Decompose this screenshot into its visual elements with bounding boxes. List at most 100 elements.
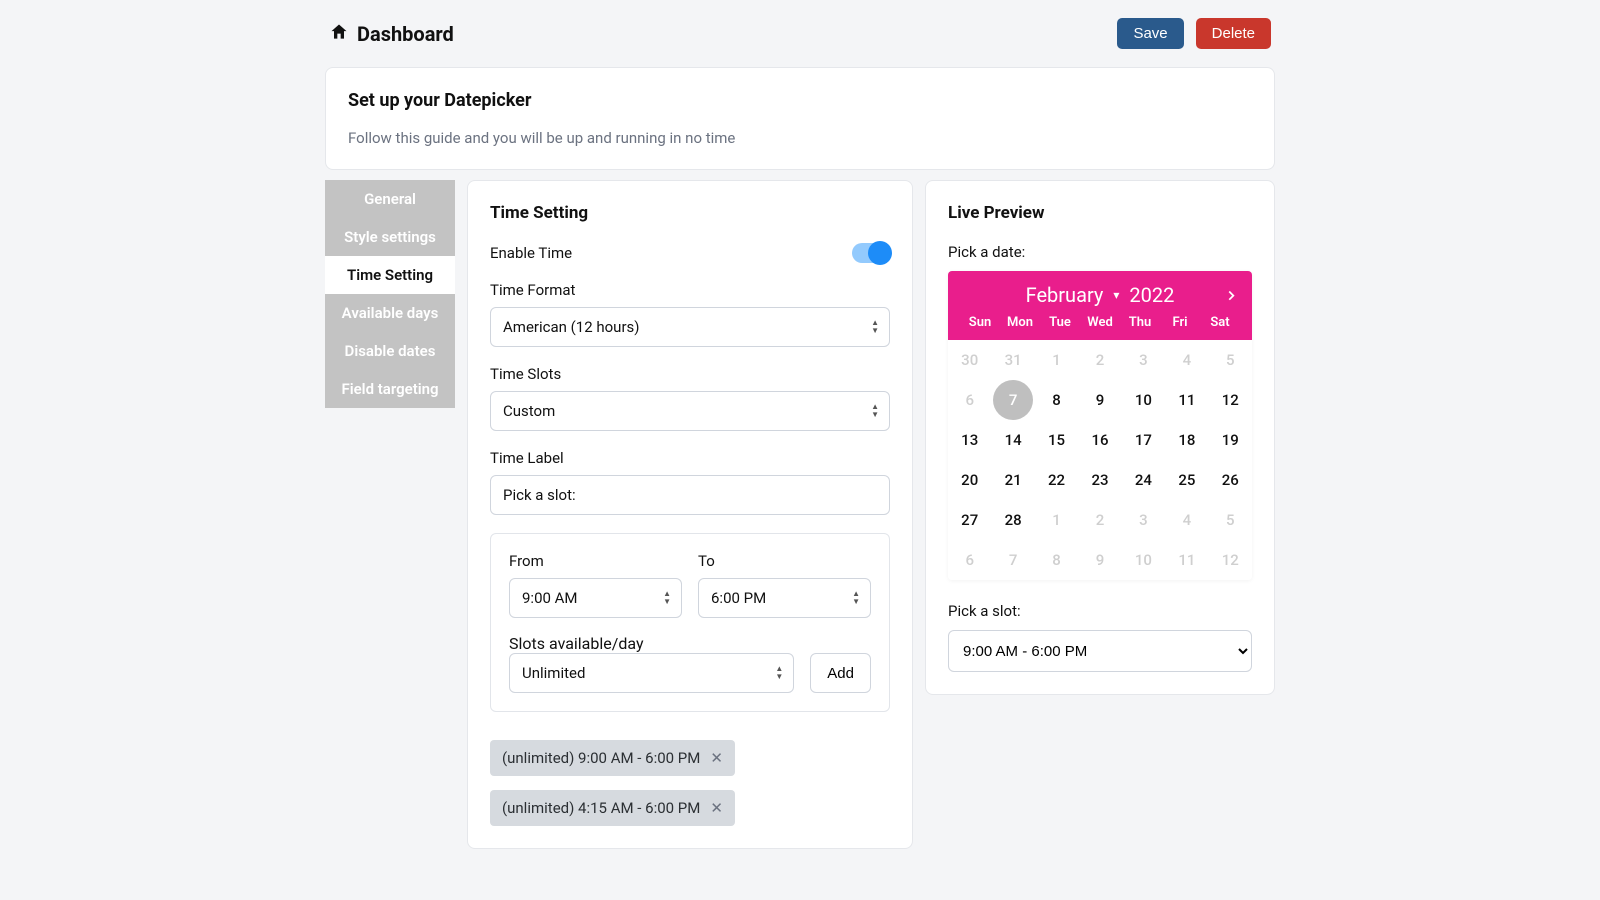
calendar-day[interactable]: 28: [991, 500, 1034, 540]
time-slots-select[interactable]: Custom ▲▼: [490, 391, 890, 431]
add-slot-button[interactable]: Add: [810, 653, 871, 693]
calendar-day[interactable]: 13: [948, 420, 991, 460]
close-icon[interactable]: ✕: [710, 749, 723, 767]
calendar-day[interactable]: 11: [1165, 380, 1208, 420]
calendar-dow: Mon: [1000, 315, 1040, 330]
slot-chip-label: (unlimited) 4:15 AM - 6:00 PM: [502, 799, 700, 817]
calendar-day: 31: [991, 340, 1034, 380]
time-slots-label: Time Slots: [490, 365, 890, 383]
home-icon: [329, 22, 349, 46]
calendar-day[interactable]: 20: [948, 460, 991, 500]
time-label-input[interactable]: Pick a slot:: [490, 475, 890, 515]
calendar-day[interactable]: 18: [1165, 420, 1208, 460]
intro-card: Set up your Datepicker Follow this guide…: [325, 67, 1275, 170]
calendar-day: 12: [1209, 540, 1252, 580]
calendar-day: 7: [991, 540, 1034, 580]
tab-time-setting[interactable]: Time Setting: [325, 256, 455, 294]
calendar-day[interactable]: 25: [1165, 460, 1208, 500]
pick-date-label: Pick a date:: [948, 243, 1252, 261]
slot-chip-label: (unlimited) 9:00 AM - 6:00 PM: [502, 749, 700, 767]
calendar-day: 2: [1078, 500, 1121, 540]
from-select[interactable]: 9:00 AM ▲▼: [509, 578, 682, 618]
from-label: From: [509, 552, 682, 570]
calendar-day[interactable]: 10: [1122, 380, 1165, 420]
preview-title: Live Preview: [948, 203, 1252, 223]
calendar-dow: Sat: [1200, 315, 1240, 330]
calendar-day: 9: [1078, 540, 1121, 580]
tab-disable-dates[interactable]: Disable dates: [325, 332, 455, 370]
chevron-updown-icon: ▲▼: [871, 319, 879, 335]
calendar-day: 3: [1122, 500, 1165, 540]
tab-style-settings[interactable]: Style settings: [325, 218, 455, 256]
calendar-day[interactable]: 17: [1122, 420, 1165, 460]
calendar-day[interactable]: 23: [1078, 460, 1121, 500]
slot-panel: From 9:00 AM ▲▼ To 6:00 PM ▲▼: [490, 533, 890, 712]
to-label: To: [698, 552, 871, 570]
calendar-dow: Wed: [1080, 315, 1120, 330]
time-settings-card: Time Setting Enable Time Time Format Ame…: [467, 180, 913, 849]
calendar-day[interactable]: 26: [1209, 460, 1252, 500]
to-select[interactable]: 6:00 PM ▲▼: [698, 578, 871, 618]
calendar-day: 11: [1165, 540, 1208, 580]
calendar-day[interactable]: 27: [948, 500, 991, 540]
calendar-dow: Thu: [1120, 315, 1160, 330]
intro-subtitle: Follow this guide and you will be up and…: [348, 129, 1252, 147]
calendar-day: 6: [948, 540, 991, 580]
settings-tabs: GeneralStyle settingsTime SettingAvailab…: [325, 180, 455, 408]
calendar-day[interactable]: 9: [1078, 380, 1121, 420]
calendar-day: 1: [1035, 340, 1078, 380]
calendar-year[interactable]: 2022: [1129, 283, 1174, 307]
pick-slot-select[interactable]: 9:00 AM - 6:00 PM: [948, 630, 1252, 672]
calendar-day[interactable]: 19: [1209, 420, 1252, 460]
tab-available-days[interactable]: Available days: [325, 294, 455, 332]
time-label-value: Pick a slot:: [503, 486, 576, 504]
slots-avail-select[interactable]: Unlimited ▲▼: [509, 653, 794, 693]
tab-field-targeting[interactable]: Field targeting: [325, 370, 455, 408]
calendar-day[interactable]: 12: [1209, 380, 1252, 420]
pick-slot-label: Pick a slot:: [948, 602, 1252, 620]
calendar-day: 1: [1035, 500, 1078, 540]
calendar-day: 2: [1078, 340, 1121, 380]
save-button[interactable]: Save: [1117, 18, 1183, 49]
chevron-updown-icon: ▲▼: [775, 665, 783, 681]
calendar-day[interactable]: 24: [1122, 460, 1165, 500]
calendar-day: 5: [1209, 340, 1252, 380]
chevron-down-icon[interactable]: ▾: [1113, 288, 1119, 302]
calendar-day[interactable]: 7: [993, 380, 1033, 420]
time-format-select[interactable]: American (12 hours) ▲▼: [490, 307, 890, 347]
calendar-day[interactable]: 15: [1035, 420, 1078, 460]
breadcrumb: Dashboard: [329, 22, 454, 46]
chevron-updown-icon: ▲▼: [663, 590, 671, 606]
calendar-day: 5: [1209, 500, 1252, 540]
close-icon[interactable]: ✕: [710, 799, 723, 817]
calendar-day: 3: [1122, 340, 1165, 380]
slots-avail-label: Slots available/day: [509, 634, 644, 653]
delete-button[interactable]: Delete: [1196, 18, 1271, 49]
enable-time-label: Enable Time: [490, 244, 572, 262]
calendar: February ▾ 2022 SunMonTueWedThuFriSat 30…: [948, 271, 1252, 580]
calendar-day: 30: [948, 340, 991, 380]
calendar-dow: Tue: [1040, 315, 1080, 330]
calendar-day: 10: [1122, 540, 1165, 580]
calendar-day: 6: [948, 380, 991, 420]
calendar-day[interactable]: 22: [1035, 460, 1078, 500]
calendar-day[interactable]: 14: [991, 420, 1034, 460]
live-preview-card: Live Preview Pick a date: February ▾ 202…: [925, 180, 1275, 695]
enable-time-toggle[interactable]: [852, 243, 890, 263]
calendar-day[interactable]: 8: [1035, 380, 1078, 420]
calendar-day: 8: [1035, 540, 1078, 580]
intro-title: Set up your Datepicker: [348, 90, 1252, 111]
from-value: 9:00 AM: [522, 589, 578, 607]
slot-chip: (unlimited) 9:00 AM - 6:00 PM ✕: [490, 740, 735, 776]
chevron-updown-icon: ▲▼: [852, 590, 860, 606]
time-label-label: Time Label: [490, 449, 890, 467]
time-slots-value: Custom: [503, 402, 555, 420]
chevron-updown-icon: ▲▼: [871, 403, 879, 419]
calendar-day[interactable]: 16: [1078, 420, 1121, 460]
calendar-day[interactable]: 21: [991, 460, 1034, 500]
calendar-dow: Sun: [960, 315, 1000, 330]
slot-chip-list: (unlimited) 9:00 AM - 6:00 PM✕(unlimited…: [490, 740, 890, 826]
calendar-month[interactable]: February: [1026, 283, 1104, 307]
tab-general[interactable]: General: [325, 180, 455, 218]
calendar-next-button[interactable]: [1224, 284, 1238, 308]
